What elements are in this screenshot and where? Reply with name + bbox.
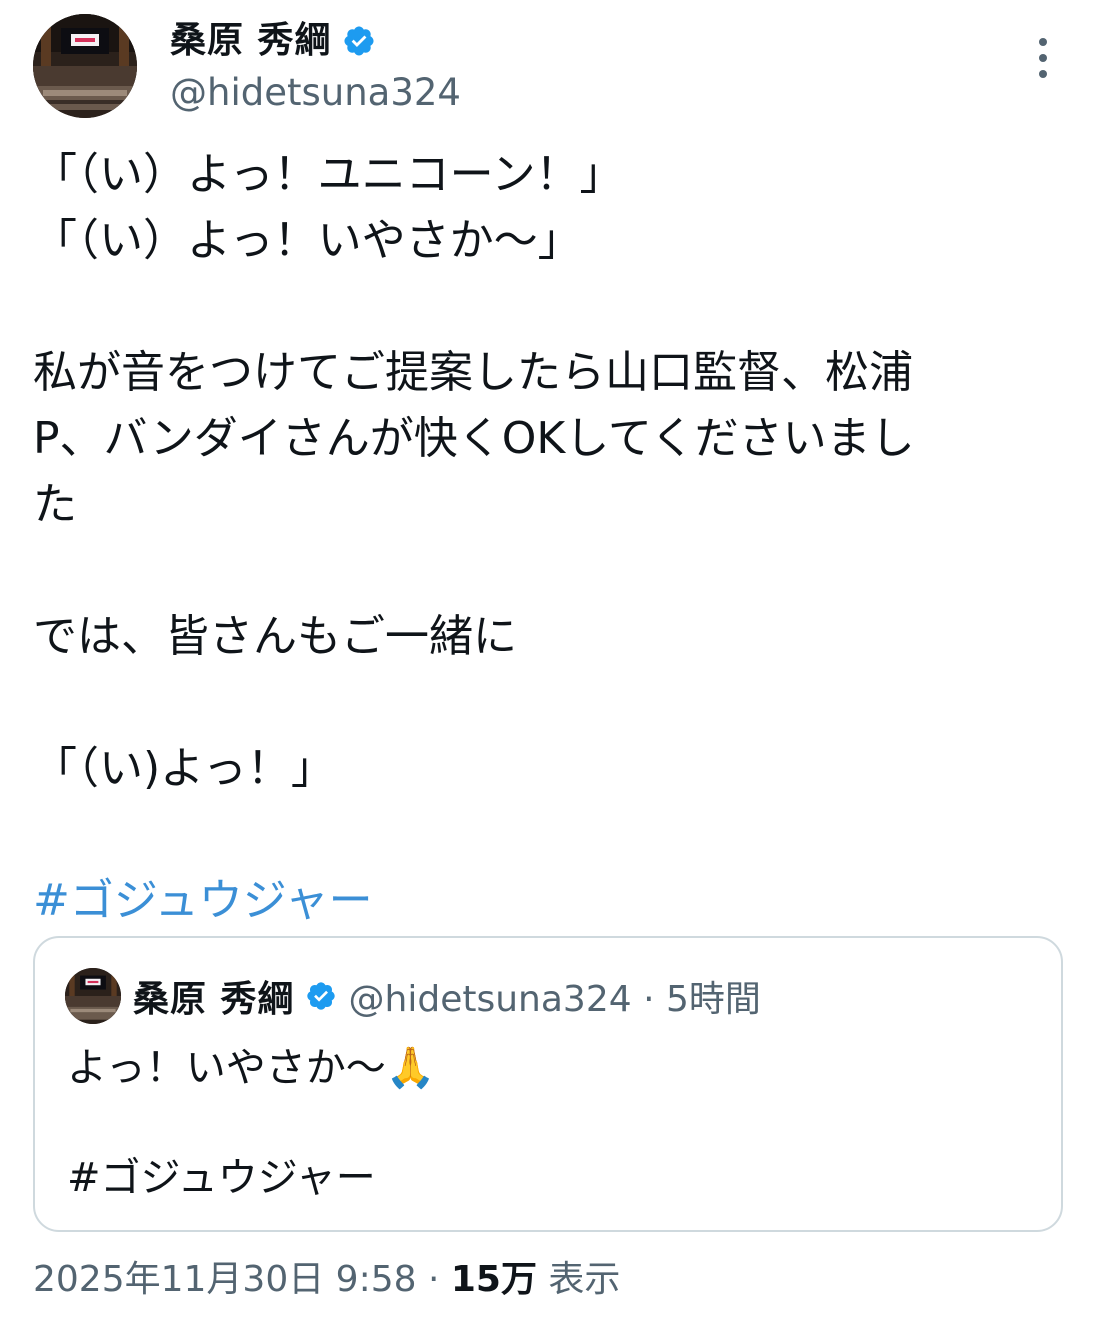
tweet-line	[33, 274, 1053, 340]
quoted-text: よっ！いやさか〜🙏 #ゴジュウジャー	[67, 1038, 436, 1208]
tweet-line: P、バンダイさんが快くOKしてくださいまし	[33, 413, 915, 464]
tweet-meta: 2025年11月30日 9:58 · 15万 表示	[33, 1253, 620, 1307]
dot	[1039, 70, 1047, 78]
studio-avatar-icon	[33, 14, 137, 118]
timestamp[interactable]: 2025年11月30日 9:58 ·	[33, 1259, 451, 1300]
tweet-line	[33, 538, 1053, 604]
tweet-header: 桑原 秀綱 @hidetsuna324	[0, 0, 1096, 130]
quoted-tweet[interactable]: 桑原 秀綱 @hidetsuna324 · 5時間 よっ！いやさか〜🙏 #ゴジュ…	[33, 936, 1063, 1232]
tweet-line	[33, 670, 1053, 736]
studio-avatar-icon	[65, 968, 121, 1024]
quoted-handle-time: @hidetsuna324 · 5時間	[348, 979, 761, 1020]
tweet-line: 「（い）よっ！いやさか〜」	[33, 215, 582, 266]
tweet-line: た	[33, 479, 77, 530]
quoted-author-name: 桑原 秀綱	[133, 979, 295, 1020]
author-name[interactable]: 桑原 秀綱	[170, 23, 332, 59]
tweet-line: 「（い）よっ！ユニコーン！」	[33, 149, 624, 200]
quoted-hashtag: #ゴジュウジャー	[67, 1155, 376, 1201]
view-count: 15万	[450, 1259, 537, 1300]
tweet-line: では、皆さんもご一緒に	[33, 611, 517, 662]
tweet-line: 「（い)よっ！」	[33, 743, 335, 794]
author-handle[interactable]: @hidetsuna324	[170, 70, 461, 116]
dot	[1039, 38, 1047, 46]
views-label: 表示	[536, 1259, 621, 1300]
hashtag-link[interactable]: #ゴジュウジャー	[33, 868, 1053, 934]
tweet-line: 私が音をつけてご提案したら山口監督、松浦	[33, 347, 913, 398]
dot	[1039, 54, 1047, 62]
author-name-row: 桑原 秀綱	[170, 16, 376, 66]
more-options-icon[interactable]	[1028, 38, 1058, 78]
quoted-avatar	[65, 968, 121, 1024]
verified-badge-icon	[344, 26, 374, 56]
quoted-header: 桑原 秀綱 @hidetsuna324 · 5時間	[65, 968, 761, 1024]
author-avatar[interactable]	[33, 14, 137, 118]
quoted-line: よっ！いやさか〜🙏	[67, 1045, 436, 1091]
verified-badge-icon	[306, 982, 335, 1010]
tweet-text: 「（い）よっ！ユニコーン！」 「（い）よっ！いやさか〜」 私が音をつけてご提案し…	[33, 142, 1053, 934]
tweet-line	[33, 802, 1053, 868]
